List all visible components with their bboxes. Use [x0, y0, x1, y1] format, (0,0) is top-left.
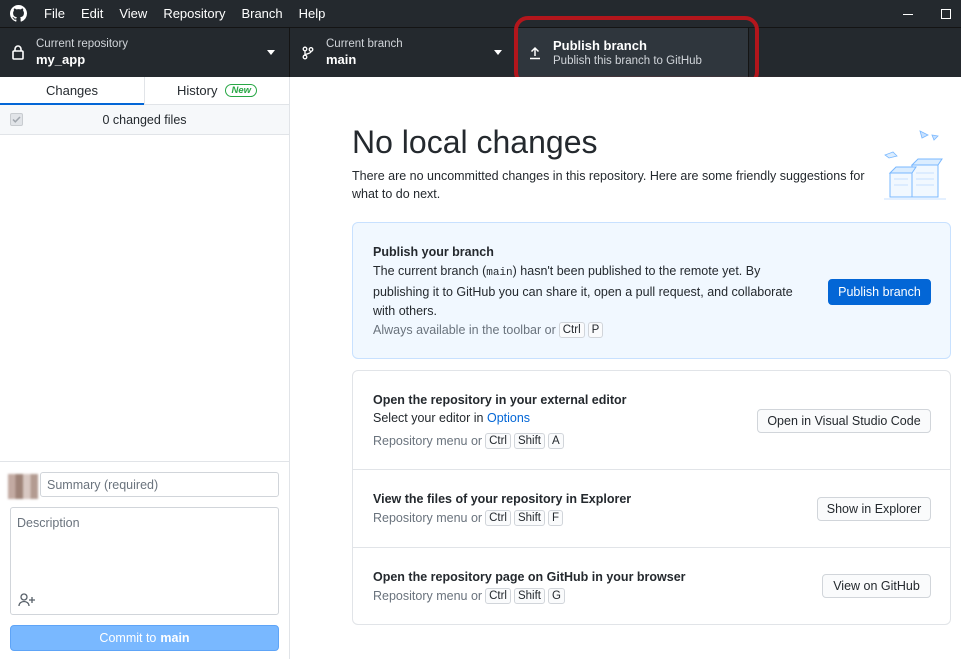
menu-edit[interactable]: Edit — [73, 0, 111, 27]
suggestion-hint-text: Repository menu or — [373, 434, 483, 448]
current-branch-button[interactable]: Current branch main — [290, 28, 517, 77]
suggestion-hint-text: Repository menu or — [373, 511, 483, 525]
repository-label: Current repository — [36, 38, 129, 50]
suggestions-list: Open the repository in your external edi… — [352, 370, 951, 625]
publish-title: Publish branch — [553, 38, 647, 53]
summary-input[interactable]: Summary (required) — [40, 472, 279, 497]
menu-repository[interactable]: Repository — [155, 0, 233, 27]
empty-repo-illustration — [880, 125, 950, 205]
publish-desc: Publish this branch to GitHub — [553, 55, 702, 67]
menu-branch[interactable]: Branch — [233, 0, 290, 27]
select-all-checkbox[interactable] — [10, 113, 23, 126]
suggestion-title: View the files of your repository in Exp… — [373, 492, 632, 506]
kbd-f: F — [547, 510, 564, 526]
tab-history[interactable]: History New — [145, 77, 289, 104]
minimize-icon[interactable] — [885, 0, 931, 27]
commit-button[interactable]: Commit to main — [10, 625, 279, 651]
branch-name: main — [326, 52, 357, 67]
lock-icon — [0, 45, 36, 60]
kbd-ctrl: Ctrl — [485, 433, 511, 449]
options-link[interactable]: Options — [487, 411, 530, 425]
tab-changes[interactable]: Changes — [0, 77, 144, 105]
suggestion-title: Open the repository page on GitHub in yo… — [373, 570, 686, 584]
commit-button-branch: main — [160, 631, 190, 645]
publish-branch-button[interactable]: Publish branch — [828, 279, 931, 305]
publish-hint-text: Always available in the toolbar or — [373, 323, 556, 337]
branch-code: main — [486, 267, 513, 279]
page-title: No local changes — [352, 124, 598, 160]
kbd-ctrl: Ctrl — [558, 322, 585, 338]
caret-down-icon — [494, 50, 502, 55]
tab-history-label: History — [177, 83, 218, 98]
page-subtext: There are no uncommitted changes in this… — [352, 169, 865, 201]
repository-name: my_app — [36, 52, 86, 67]
changes-header: 0 changed files — [0, 105, 289, 135]
caret-down-icon — [267, 50, 275, 55]
kbd-ctrl: Ctrl — [485, 588, 511, 604]
list-item: Open the repository in your external edi… — [353, 371, 950, 470]
commit-panel: Summary (required) Description Commit to… — [0, 461, 289, 659]
branch-label: Current branch — [326, 38, 403, 50]
list-item: Open the repository page on GitHub in yo… — [353, 548, 950, 624]
title-bar: File Edit View Repository Branch Help — [0, 0, 961, 27]
branch-icon — [290, 46, 326, 60]
menu-help[interactable]: Help — [291, 0, 334, 27]
suggestion-hint: Repository menu or Ctrl Shift A — [373, 433, 564, 449]
kbd-a: A — [547, 433, 564, 449]
description-placeholder: Description — [17, 516, 80, 530]
description-field[interactable]: Description — [10, 507, 279, 615]
tab-changes-label: Changes — [45, 83, 99, 98]
github-logo-icon — [0, 0, 36, 27]
changed-files-count: 0 changed files — [102, 112, 187, 127]
kbd-shift: Shift — [513, 588, 545, 604]
current-repository-button[interactable]: Current repository my_app — [0, 28, 290, 77]
maximize-icon[interactable] — [931, 0, 961, 27]
add-coauthor-icon[interactable] — [17, 592, 37, 608]
kbd-ctrl: Ctrl — [485, 510, 511, 526]
suggestion-line-text: Select your editor in — [373, 411, 484, 425]
main-content: No local changes There are no uncommitte… — [290, 77, 961, 659]
window-controls — [885, 0, 961, 27]
suggestion-title: Open the repository in your external edi… — [373, 393, 627, 407]
list-item: View the files of your repository in Exp… — [353, 470, 950, 548]
kbd-p: P — [587, 322, 604, 338]
kbd-shift: Shift — [513, 433, 545, 449]
kbd-shift: Shift — [513, 510, 545, 526]
avatar — [8, 474, 38, 499]
menu-bar: File Edit View Repository Branch Help — [36, 0, 333, 27]
sidebar-tabs: Changes History New — [0, 77, 289, 105]
menu-view[interactable]: View — [111, 0, 155, 27]
menu-file[interactable]: File — [36, 0, 73, 27]
publish-card-hint: Always available in the toolbar or Ctrl … — [373, 322, 604, 338]
suggestion-hint: Repository menu or Ctrl Shift F — [373, 510, 564, 526]
toolbar: Current repository my_app Current branch… — [0, 27, 961, 77]
suggestion-hint-text: Repository menu or — [373, 589, 483, 603]
suggestion-line: Select your editor in Options — [373, 409, 530, 428]
publish-branch-card: Publish your branch The current branch (… — [352, 222, 951, 359]
upload-icon — [517, 46, 553, 60]
suggestion-hint: Repository menu or Ctrl Shift G — [373, 588, 565, 604]
new-badge: New — [225, 84, 257, 97]
show-in-explorer-button[interactable]: Show in Explorer — [817, 497, 931, 521]
changes-sidebar: Changes History New 0 changed files Summ… — [0, 77, 290, 659]
view-on-github-button[interactable]: View on GitHub — [822, 574, 931, 598]
commit-button-prefix: Commit to — [99, 631, 157, 645]
publish-card-body: The current branch (main) hasn't been pu… — [373, 262, 813, 321]
open-in-editor-button[interactable]: Open in Visual Studio Code — [757, 409, 931, 433]
summary-placeholder: Summary (required) — [47, 477, 159, 492]
kbd-g: G — [547, 588, 565, 604]
publish-card-body-1: The current branch ( — [373, 264, 487, 278]
publish-branch-toolbar-button[interactable]: Publish branch Publish this branch to Gi… — [517, 28, 749, 77]
publish-card-title: Publish your branch — [373, 245, 494, 259]
